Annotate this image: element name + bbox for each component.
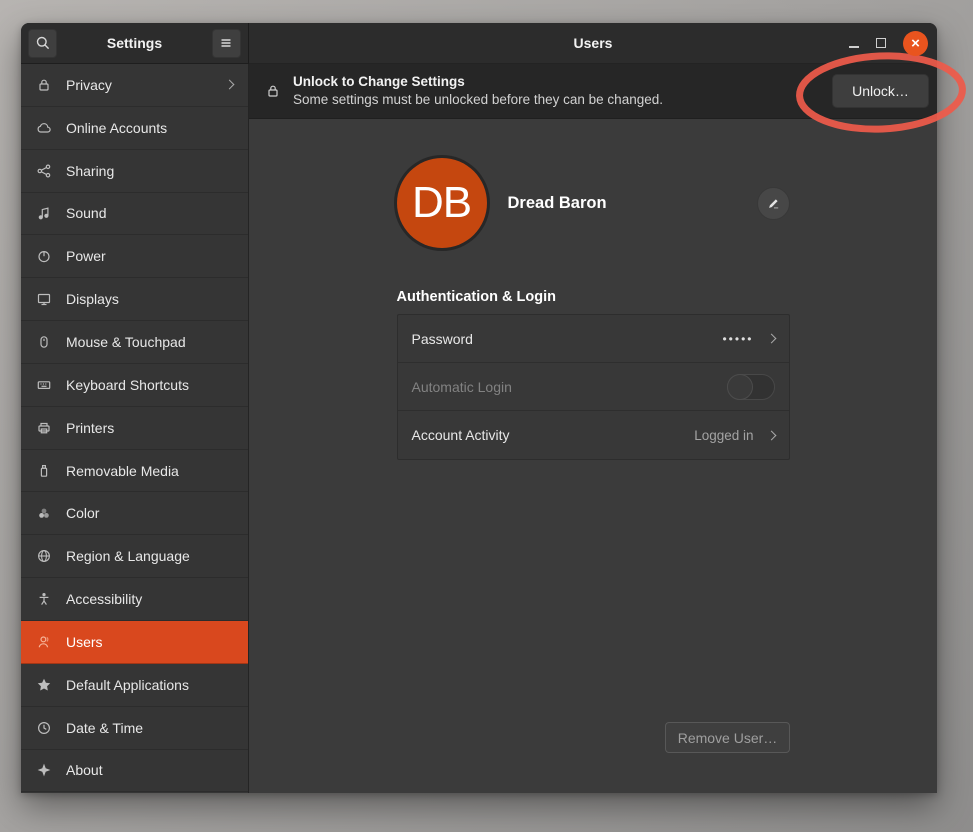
minimize-icon[interactable]: [849, 46, 859, 48]
account-activity-value: Logged in: [694, 428, 753, 443]
sidebar-item-label: Privacy: [66, 77, 112, 93]
sidebar-item-keyboard-shortcuts[interactable]: Keyboard Shortcuts: [21, 364, 248, 407]
sidebar-item-label: Default Applications: [66, 677, 189, 693]
clock-icon: [36, 720, 52, 736]
automatic-login-toggle[interactable]: [727, 374, 775, 400]
sidebar-headerbar: Settings: [21, 23, 249, 64]
menu-icon: [218, 35, 234, 51]
menu-button[interactable]: [212, 29, 241, 58]
sidebar-item-label: Online Accounts: [66, 120, 167, 136]
star-icon: [36, 677, 52, 693]
sidebar-item-label: Printers: [66, 420, 114, 436]
page-title: Users: [249, 35, 937, 51]
sidebar-item-sound[interactable]: Sound: [21, 193, 248, 236]
unlock-button[interactable]: Unlock…: [832, 74, 929, 108]
sidebar-item-label: Keyboard Shortcuts: [66, 377, 189, 393]
sidebar-item-label: Date & Time: [66, 720, 143, 736]
avatar[interactable]: DB: [397, 158, 487, 248]
close-icon[interactable]: ×: [903, 31, 928, 56]
users-icon: [36, 634, 52, 650]
sidebar-item-label: Power: [66, 248, 106, 264]
banner-subtitle: Some settings must be unlocked before th…: [293, 91, 663, 109]
sidebar-item-label: Sharing: [66, 163, 114, 179]
sparkle-icon: [36, 762, 52, 778]
sound-icon: [36, 205, 52, 221]
sidebar-item-label: About: [66, 762, 103, 778]
pencil-icon: [766, 196, 781, 211]
automatic-login-label: Automatic Login: [412, 379, 512, 395]
sidebar-item-printers[interactable]: Printers: [21, 407, 248, 450]
remove-user-button[interactable]: Remove User…: [665, 722, 790, 753]
window-controls: ×: [849, 31, 937, 56]
sidebar-item-mouse-touchpad[interactable]: Mouse & Touchpad: [21, 321, 248, 364]
sidebar-title: Settings: [107, 35, 162, 51]
chevron-right-icon: [225, 80, 235, 90]
sidebar-item-displays[interactable]: Displays: [21, 278, 248, 321]
sidebar-item-sharing[interactable]: Sharing: [21, 150, 248, 193]
sidebar-item-accessibility[interactable]: Accessibility: [21, 578, 248, 621]
search-icon: [35, 35, 51, 51]
sidebar-item-users[interactable]: Users: [21, 621, 248, 664]
edit-name-button[interactable]: [757, 187, 790, 220]
banner-text: Unlock to Change Settings Some settings …: [293, 73, 663, 108]
search-button[interactable]: [28, 29, 57, 58]
globe-icon: [36, 548, 52, 564]
accessibility-icon: [36, 591, 52, 607]
unlock-banner: Unlock to Change Settings Some settings …: [249, 64, 937, 119]
automatic-login-row: Automatic Login: [398, 363, 789, 411]
sidebar-item-label: Users: [66, 634, 103, 650]
banner-title: Unlock to Change Settings: [293, 73, 663, 91]
sidebar-item-removable-media[interactable]: Removable Media: [21, 450, 248, 493]
main-headerbar: Users ×: [249, 23, 937, 64]
sidebar-item-privacy[interactable]: Privacy: [21, 64, 248, 107]
display-icon: [36, 291, 52, 307]
sidebar-item-power[interactable]: Power: [21, 235, 248, 278]
toggle-knob: [727, 374, 753, 400]
sidebar-item-label: Removable Media: [66, 463, 179, 479]
user-name: Dread Baron: [508, 194, 607, 213]
user-card: DB Dread Baron: [397, 158, 790, 248]
share-icon: [36, 163, 52, 179]
keyboard-icon: [36, 377, 52, 393]
chevron-right-icon: [766, 430, 776, 440]
sidebar-item-label: Mouse & Touchpad: [66, 334, 186, 350]
sidebar-item-label: Displays: [66, 291, 119, 307]
sidebar-item-date-time[interactable]: Date & Time: [21, 707, 248, 750]
color-icon: [36, 505, 52, 521]
sidebar-item-online-accounts[interactable]: Online Accounts: [21, 107, 248, 150]
sidebar-item-default-applications[interactable]: Default Applications: [21, 664, 248, 707]
lock-icon: [265, 83, 281, 99]
printer-icon: [36, 420, 52, 436]
account-activity-row[interactable]: Account Activity Logged in: [398, 411, 789, 459]
password-row[interactable]: Password •••••: [398, 315, 789, 363]
users-panel: DB Dread Baron Authentication & Login Pa…: [249, 119, 937, 793]
password-dots: •••••: [722, 332, 753, 346]
usb-icon: [36, 463, 52, 479]
account-activity-label: Account Activity: [412, 427, 510, 443]
sidebar-item-label: Accessibility: [66, 591, 142, 607]
password-label: Password: [412, 331, 473, 347]
auth-login-list: Password ••••• Automatic Login Account A…: [397, 314, 790, 460]
mouse-icon: [36, 334, 52, 350]
sidebar-item-region-language[interactable]: Region & Language: [21, 535, 248, 578]
chevron-right-icon: [766, 334, 776, 344]
power-icon: [36, 248, 52, 264]
sidebar-item-label: Sound: [66, 205, 106, 221]
sidebar-item-color[interactable]: Color: [21, 492, 248, 535]
sidebar-nav: Privacy Online Accounts Sharing Sound Power D…: [21, 64, 249, 793]
auth-login-heading: Authentication & Login: [397, 289, 790, 305]
maximize-icon[interactable]: [876, 38, 886, 48]
settings-window: Settings Users × Privacy Online Accounts S…: [21, 23, 937, 793]
cloud-icon: [36, 120, 52, 136]
sidebar-item-about[interactable]: About: [21, 750, 248, 793]
sidebar-item-label: Region & Language: [66, 548, 190, 564]
sidebar-item-label: Color: [66, 505, 99, 521]
lock-icon: [36, 77, 52, 93]
